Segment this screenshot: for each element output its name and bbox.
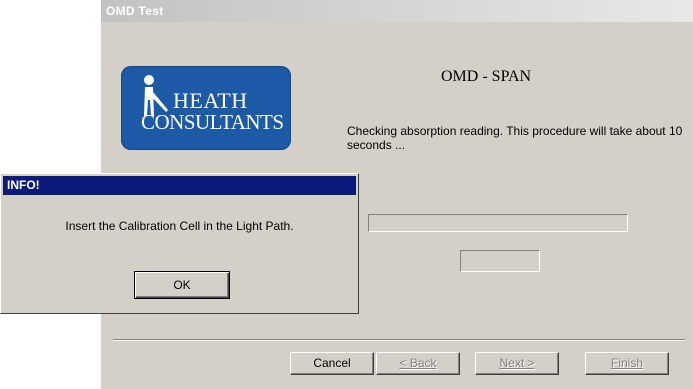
progress-bar [368, 214, 628, 232]
page-heading: OMD - SPAN [441, 68, 532, 85]
info-dialog: INFO! Insert the Calibration Cell in the… [0, 173, 359, 314]
cancel-button[interactable]: Cancel [290, 352, 374, 375]
button-separator [113, 339, 685, 341]
back-button[interactable]: < Back [376, 352, 460, 375]
reading-display [460, 250, 540, 272]
dialog-message: Insert the Calibration Cell in the Light… [65, 219, 294, 233]
heath-consultants-logo: HEATH CONSULTANTS [121, 66, 291, 150]
next-button[interactable]: Next > [475, 352, 559, 375]
logo-text-consultants: CONSULTANTS [141, 110, 284, 134]
back-button-label: < Back [399, 356, 437, 370]
ok-button[interactable]: OK [134, 271, 230, 299]
finish-button-label: Finish [610, 356, 643, 370]
finish-button[interactable]: Finish [585, 352, 669, 375]
window-title: OMD Test [101, 0, 693, 22]
dialog-title: INFO! [3, 176, 356, 195]
status-message: Checking absorption reading. This proced… [347, 124, 683, 152]
next-button-label: Next > [499, 356, 535, 370]
